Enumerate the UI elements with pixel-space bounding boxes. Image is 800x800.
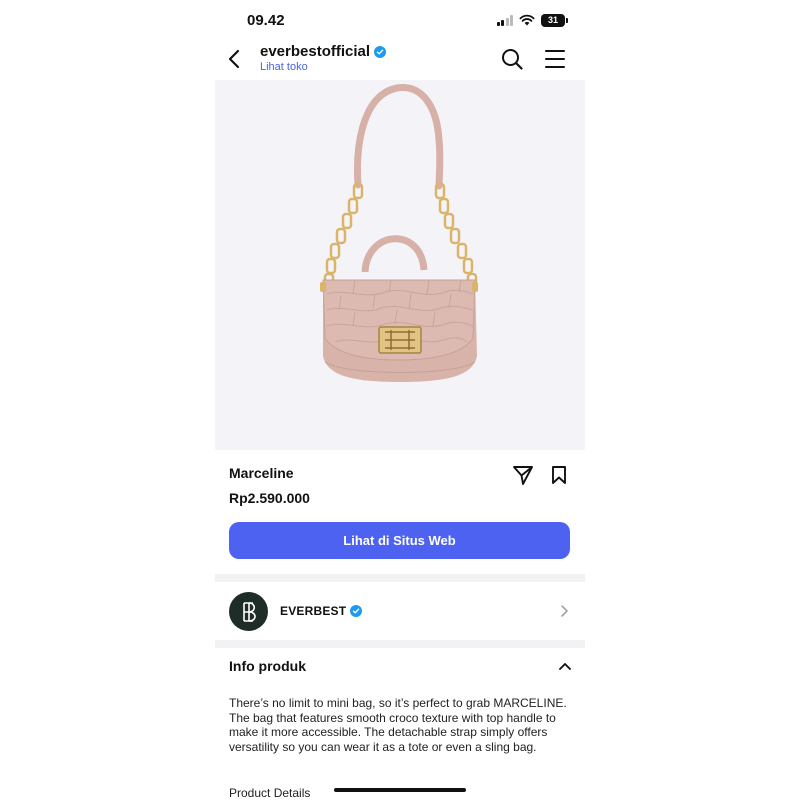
signal-icon	[496, 14, 513, 26]
battery-level: 31	[547, 15, 558, 25]
product-price: Rp2.590.000	[229, 490, 310, 506]
product-description: There’s no limit to mini bag, so it’s pe…	[229, 696, 567, 754]
chevron-up-icon[interactable]	[558, 660, 572, 672]
home-indicator[interactable]	[334, 788, 466, 792]
wifi-icon	[519, 14, 535, 26]
store-name-row[interactable]: everbestofficial	[260, 43, 387, 60]
view-website-button[interactable]: Lihat di Situs Web	[229, 522, 570, 559]
brand-row[interactable]: EVERBEST	[215, 582, 585, 640]
section-divider	[215, 640, 585, 648]
phone-screen: 09.42 31 everbestofficial Lihat toko Mar…	[215, 0, 585, 800]
product-title: Marceline	[229, 465, 294, 481]
search-icon[interactable]	[501, 48, 523, 70]
share-icon[interactable]	[512, 464, 534, 486]
back-button[interactable]	[223, 46, 245, 72]
info-heading: Info produk	[229, 658, 306, 674]
bookmark-icon[interactable]	[551, 465, 567, 485]
status-time: 09.42	[247, 12, 285, 29]
menu-icon[interactable]	[545, 50, 565, 68]
product-image[interactable]	[215, 80, 585, 450]
brand-logo	[229, 592, 268, 631]
brand-name-row: EVERBEST	[280, 604, 363, 618]
store-name: everbestofficial	[260, 43, 371, 60]
back-arrow-icon	[228, 49, 240, 69]
status-icons: 31	[496, 12, 568, 28]
battery-icon: 31	[541, 13, 568, 27]
verified-badge-icon	[350, 605, 363, 617]
chevron-right-icon	[561, 605, 568, 617]
verified-badge-icon	[374, 45, 387, 58]
handbag-image	[320, 84, 478, 382]
view-store-link[interactable]: Lihat toko	[260, 61, 308, 73]
section-divider	[215, 574, 585, 582]
brand-name: EVERBEST	[280, 604, 347, 618]
product-details-label[interactable]: Product Details	[229, 786, 310, 800]
